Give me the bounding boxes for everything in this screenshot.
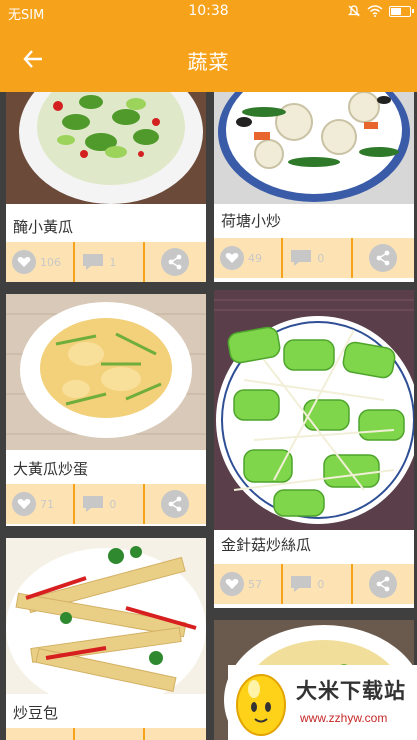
- recipe-actions: 71 0: [6, 484, 206, 524]
- share-icon: [161, 248, 190, 276]
- like-button[interactable]: 49: [214, 238, 282, 278]
- heart-icon: [220, 572, 244, 596]
- share-icon: [369, 570, 398, 598]
- share-button[interactable]: [352, 564, 414, 604]
- share-icon: [369, 244, 398, 272]
- recipe-name: 醃小黃瓜: [13, 218, 74, 236]
- recipe-photo: [6, 294, 206, 450]
- recipe-card[interactable]: 金針菇炒絲瓜 57 0: [214, 290, 414, 608]
- like-count: 71: [40, 497, 54, 511]
- recipe-photo: [214, 290, 414, 530]
- watermark-brand: 大米下载站: [296, 679, 406, 703]
- recipe-actions: [6, 728, 206, 740]
- recipe-name: 荷塘小炒: [221, 212, 282, 230]
- comment-icon: [291, 576, 312, 592]
- recipe-actions: 49 0: [214, 238, 414, 278]
- recipe-photo: [6, 538, 206, 694]
- share-icon: [161, 490, 190, 518]
- battery-icon: [389, 5, 414, 17]
- watermark-url: www.zzhyw.com: [300, 711, 388, 725]
- comment-count: 0: [317, 577, 325, 591]
- like-button[interactable]: [6, 728, 74, 740]
- recipe-photo: [214, 92, 414, 204]
- like-count: 57: [248, 577, 262, 591]
- comment-icon: [83, 254, 104, 270]
- share-button[interactable]: [144, 242, 206, 282]
- recipe-actions: 57 0: [214, 564, 414, 604]
- like-button[interactable]: 106: [6, 242, 74, 282]
- like-button[interactable]: 57: [214, 564, 282, 604]
- comment-button[interactable]: [75, 728, 143, 740]
- recipe-card[interactable]: 炒豆包: [6, 538, 206, 740]
- recipe-grid[interactable]: 醃小黃瓜 106 1 荷塘小炒 49 0 大黃瓜炒蛋 71 0 金針菇炒絲瓜 5…: [0, 92, 417, 740]
- comment-count: 0: [317, 251, 325, 265]
- status-bar: 无SIM 10:38: [0, 0, 417, 24]
- share-button[interactable]: [352, 238, 414, 278]
- comment-button[interactable]: 0: [283, 564, 351, 604]
- comment-count: 0: [109, 497, 117, 511]
- like-count: 49: [248, 251, 262, 265]
- comment-icon: [291, 250, 312, 266]
- wifi-icon: [367, 5, 383, 17]
- comment-count: 1: [109, 255, 117, 269]
- share-button[interactable]: [144, 484, 206, 524]
- status-icons: [347, 4, 414, 18]
- comment-button[interactable]: 0: [75, 484, 143, 524]
- recipe-name: 金針菇炒絲瓜: [221, 536, 312, 554]
- recipe-name: 炒豆包: [13, 704, 59, 722]
- egg-mascot-icon: [236, 674, 286, 736]
- app-bar: 蔬菜: [0, 24, 417, 92]
- recipe-card[interactable]: 醃小黃瓜 106 1: [6, 92, 206, 282]
- watermark-logo: 大米下载站 www.zzhyw.com: [228, 665, 417, 740]
- mute-icon: [347, 5, 361, 17]
- recipe-card[interactable]: 大黃瓜炒蛋 71 0: [6, 294, 206, 526]
- heart-icon: [12, 250, 36, 274]
- share-button[interactable]: [144, 728, 206, 740]
- like-count: 106: [40, 255, 61, 269]
- comment-button[interactable]: 1: [75, 242, 143, 282]
- recipe-photo: [6, 92, 206, 204]
- comment-button[interactable]: 0: [283, 238, 351, 278]
- comment-icon: [83, 496, 104, 512]
- page-title: 蔬菜: [187, 50, 230, 74]
- recipe-actions: 106 1: [6, 242, 206, 282]
- recipe-name: 大黃瓜炒蛋: [13, 460, 89, 478]
- heart-icon: [12, 492, 36, 516]
- like-button[interactable]: 71: [6, 484, 74, 524]
- heart-icon: [220, 246, 244, 270]
- recipe-card[interactable]: 荷塘小炒 49 0: [214, 92, 414, 282]
